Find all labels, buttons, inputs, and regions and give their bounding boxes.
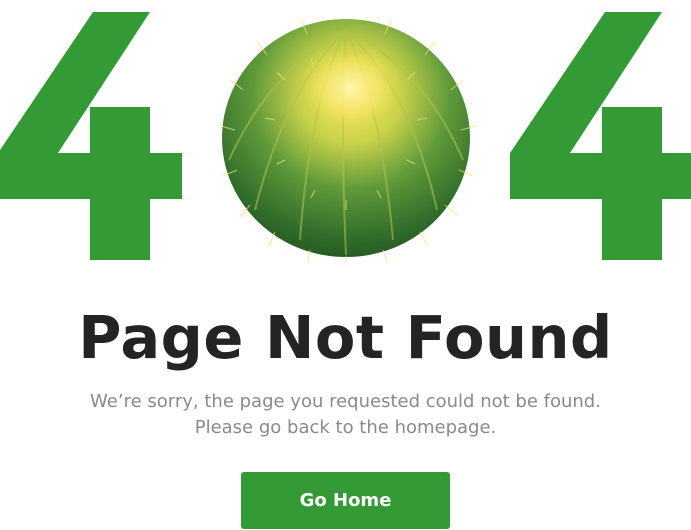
error-code-digit-left: 4 <box>0 12 182 260</box>
error-message-line-2: Please go back to the homepage. <box>194 417 497 438</box>
error-message: We’re sorry, the page you requested coul… <box>0 389 691 441</box>
error-code-digit-right: 4 <box>510 12 691 260</box>
cactus-image <box>220 19 476 262</box>
error-message-line-1: We’re sorry, the page you requested coul… <box>90 391 601 412</box>
go-home-button[interactable]: Go Home <box>241 472 450 529</box>
page-title: Page Not Found <box>78 303 613 372</box>
